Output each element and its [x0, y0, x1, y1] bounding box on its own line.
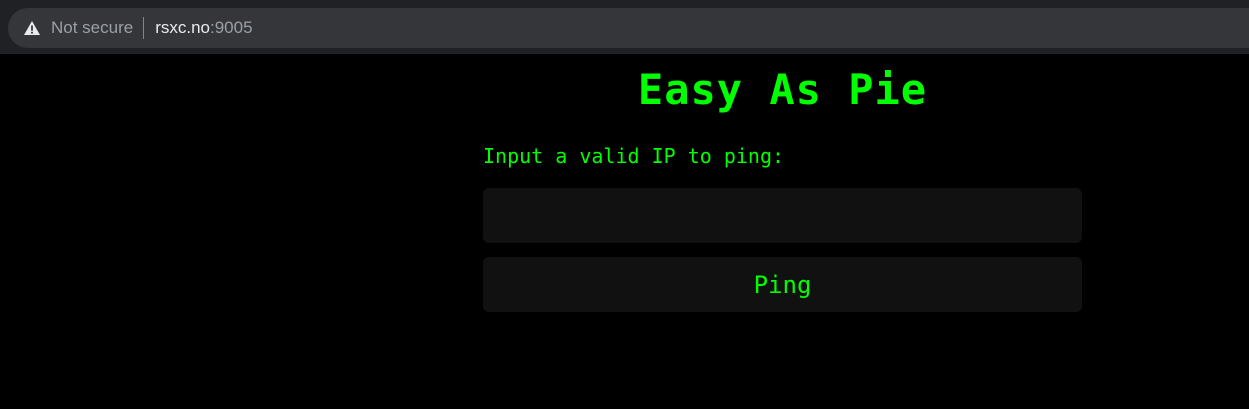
- page-title: Easy As Pie: [637, 65, 928, 114]
- ip-prompt-label: Input a valid IP to ping:: [483, 144, 785, 168]
- url-host: rsxc.no: [155, 18, 210, 37]
- ping-button[interactable]: Ping: [483, 257, 1082, 312]
- omnibox-divider: [143, 17, 145, 39]
- ping-form: Easy As Pie Input a valid IP to ping: Pi…: [483, 54, 1082, 312]
- ip-input[interactable]: [483, 188, 1082, 243]
- warning-triangle-icon[interactable]: [22, 18, 42, 38]
- browser-address-bar: Not secure rsxc.no:9005: [0, 0, 1249, 54]
- omnibox[interactable]: Not secure rsxc.no:9005: [8, 8, 1249, 48]
- url-text[interactable]: rsxc.no:9005: [155, 18, 252, 38]
- security-status-label[interactable]: Not secure: [51, 18, 133, 38]
- url-port: :9005: [210, 18, 253, 37]
- page-content: Easy As Pie Input a valid IP to ping: Pi…: [0, 54, 1249, 409]
